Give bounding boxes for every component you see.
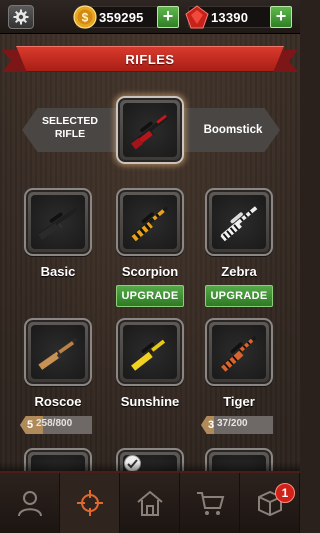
nav-profile[interactable]: [0, 473, 60, 533]
settings-button[interactable]: [8, 5, 34, 29]
roscoe-rifle-icon: [38, 337, 78, 370]
profile-icon: [17, 491, 42, 517]
sunshine-rifle-icon: [131, 336, 169, 371]
rifle-progress-roscoe: 5 258/800: [20, 416, 92, 434]
rifle-card-basic[interactable]: [24, 188, 92, 256]
crosshair-icon: [76, 490, 103, 516]
svg-text:$: $: [82, 11, 89, 25]
nav-home[interactable]: [120, 473, 180, 533]
upgrade-button-scorpion[interactable]: UPGRADE: [116, 285, 184, 307]
nav-inventory[interactable]: 1: [240, 473, 300, 533]
gems-counter: 13390 +: [185, 5, 292, 29]
selected-rifle-name: Boomstick: [203, 124, 263, 136]
progress-text: 258/800: [36, 418, 73, 429]
rifle-name: Basic: [40, 264, 76, 279]
rifle-name: Roscoe: [34, 394, 82, 409]
nav-rifles[interactable]: [60, 473, 120, 533]
progress-text: 37/200: [217, 418, 248, 429]
ribbon-banner: RIFLES: [16, 46, 284, 72]
buy-gems-button[interactable]: +: [270, 6, 292, 28]
coins-value: 359295: [99, 10, 144, 25]
tiger-rifle-icon: [221, 335, 257, 372]
rifle-card-roscoe[interactable]: [24, 318, 92, 386]
coins-counter: $ 359295 +: [73, 5, 179, 29]
selected-rifle-label: SELECTED RIFLE: [41, 115, 98, 140]
nav-shop[interactable]: [180, 473, 240, 533]
rifle-progress-tiger: 3 37/200: [201, 416, 273, 434]
rifle-name: Zebra: [221, 264, 257, 279]
section-ribbon: RIFLES: [0, 44, 300, 76]
zebra-rifle-icon: [220, 206, 258, 242]
coin-icon: $: [73, 5, 97, 29]
cart-icon: [196, 492, 224, 515]
rifle-card-zebra[interactable]: [205, 188, 273, 256]
buy-coins-button[interactable]: +: [157, 6, 179, 28]
notification-badge: 1: [275, 483, 295, 503]
selected-rifle-card[interactable]: [116, 96, 184, 164]
page-title: RIFLES: [125, 52, 175, 67]
rifle-name: Scorpion: [121, 264, 179, 279]
gem-icon: [185, 5, 209, 29]
rifle-card-scorpion[interactable]: [116, 188, 184, 256]
gear-icon: [13, 9, 29, 25]
boomstick-rifle-icon: [131, 114, 169, 150]
gems-value: 13390: [211, 10, 249, 25]
bottom-nav: 1: [0, 471, 300, 533]
scorpion-rifle-icon: [131, 206, 169, 242]
rifle-card-tiger[interactable]: [205, 318, 273, 386]
rifle-name: Tiger: [223, 394, 255, 409]
rifle-card-sunshine[interactable]: [116, 318, 184, 386]
basic-rifle-icon: [38, 207, 78, 240]
house-icon: [136, 490, 163, 516]
upgrade-button-zebra[interactable]: UPGRADE: [205, 285, 273, 307]
top-bar: $ 359295 + 13390 +: [0, 0, 300, 34]
rifle-name: Sunshine: [120, 394, 180, 409]
